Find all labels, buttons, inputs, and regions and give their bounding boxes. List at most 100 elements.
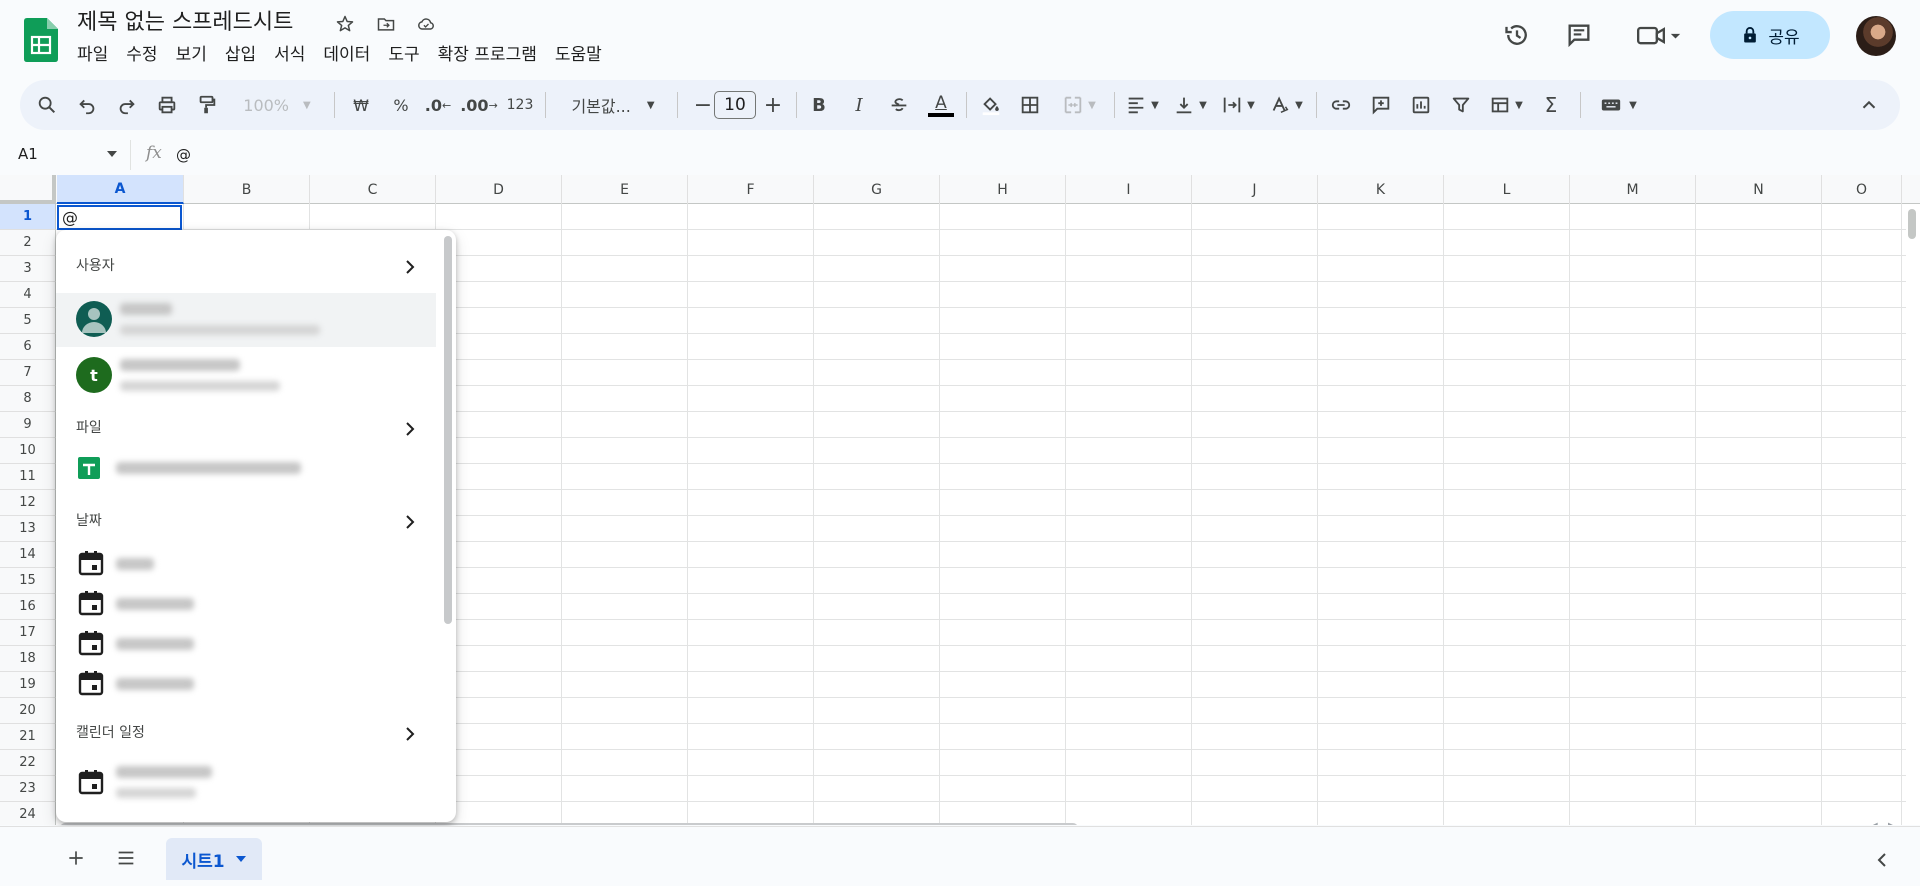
version-history-icon[interactable] [1500,18,1534,52]
person-suggestion[interactable] [56,293,436,347]
paint-format-icon[interactable] [192,80,222,130]
horizontal-scrollbar-thumb[interactable] [60,823,1078,825]
comments-icon[interactable] [1562,18,1596,52]
text-color-button[interactable]: A [924,80,958,130]
row-header-11[interactable]: 11 [0,464,56,490]
merge-cells-icon[interactable]: ▼ [1054,80,1104,130]
meet-dropdown-icon[interactable] [1630,18,1686,52]
fill-color-icon[interactable] [974,80,1008,130]
column-header-e[interactable]: E [562,175,688,204]
text-wrapping-icon[interactable]: ▼ [1216,80,1260,130]
scroll-left-icon[interactable]: ◀ [1870,821,1878,825]
increase-decimal-button[interactable]: .00 → [460,80,498,130]
sheet-tab-active[interactable]: 시트1 [166,838,262,880]
row-header-1[interactable]: 1 [0,204,56,230]
vertical-scrollbar-thumb[interactable] [1908,209,1916,239]
input-tools-icon[interactable]: ▼ [1590,80,1646,130]
column-header-n[interactable]: N [1696,175,1822,204]
row-header-20[interactable]: 20 [0,698,56,724]
sheet-tab-caret-icon[interactable] [235,855,247,863]
insert-comment-icon[interactable] [1366,80,1396,130]
bold-button[interactable]: B [804,80,834,130]
row-header-6[interactable]: 6 [0,334,56,360]
menu-help[interactable]: 도움말 [555,43,602,67]
table-view-icon[interactable]: ▼ [1484,80,1528,130]
column-header-d[interactable]: D [436,175,562,204]
column-header-h[interactable]: H [940,175,1066,204]
column-header-l[interactable]: L [1444,175,1570,204]
horizontal-align-icon[interactable]: ▼ [1120,80,1164,130]
text-rotation-icon[interactable]: ▼ [1264,80,1308,130]
menu-insert[interactable]: 삽입 [225,43,256,67]
active-cell-a1[interactable]: @ [57,205,182,230]
calendar-chevron-right-icon[interactable] [401,725,419,743]
row-header-9[interactable]: 9 [0,412,56,438]
name-box-caret-icon[interactable] [106,150,118,158]
column-header-g[interactable]: G [814,175,940,204]
menu-view[interactable]: 보기 [176,43,207,67]
italic-button[interactable]: I [844,80,874,130]
menu-data[interactable]: 데이터 [323,43,370,67]
currency-format-button[interactable]: ₩ [346,80,376,130]
row-header-16[interactable]: 16 [0,594,56,620]
menu-tools[interactable]: 도구 [388,43,419,67]
menu-edit[interactable]: 수정 [126,43,157,67]
row-header-3[interactable]: 3 [0,256,56,282]
insert-chart-icon[interactable] [1406,80,1436,130]
row-header-4[interactable]: 4 [0,282,56,308]
people-chevron-right-icon[interactable] [401,258,419,276]
functions-button[interactable]: Σ [1536,80,1566,130]
row-header-12[interactable]: 12 [0,490,56,516]
row-header-13[interactable]: 13 [0,516,56,542]
all-sheets-icon[interactable] [114,846,138,870]
column-header-k[interactable]: K [1318,175,1444,204]
font-size-input[interactable]: 10 [714,91,756,119]
dates-chevron-right-icon[interactable] [401,513,419,531]
share-button[interactable]: 공유 [1710,11,1830,59]
row-header-14[interactable]: 14 [0,542,56,568]
row-header-8[interactable]: 8 [0,386,56,412]
star-icon[interactable] [333,12,357,36]
row-header-21[interactable]: 21 [0,724,56,750]
print-icon[interactable] [152,80,182,130]
menu-format[interactable]: 서식 [274,43,305,67]
row-header-15[interactable]: 15 [0,568,56,594]
calendar-event-suggestion[interactable] [56,756,436,816]
select-all-corner[interactable] [0,175,56,204]
date-suggestion[interactable] [56,664,436,702]
column-header-m[interactable]: M [1570,175,1696,204]
row-header-23[interactable]: 23 [0,776,56,802]
insert-link-icon[interactable] [1326,80,1356,130]
column-header-o[interactable]: O [1822,175,1902,204]
font-select[interactable]: 기본값... ▼ [558,80,668,130]
move-folder-icon[interactable] [374,12,398,36]
row-header-22[interactable]: 22 [0,750,56,776]
explore-collapse-icon[interactable] [1874,852,1890,868]
column-header-j[interactable]: J [1192,175,1318,204]
column-header-i[interactable]: I [1066,175,1192,204]
menu-file[interactable]: 파일 [77,43,108,67]
filter-icon[interactable] [1446,80,1476,130]
collapse-toolbar-icon[interactable] [1854,80,1884,130]
row-header-17[interactable]: 17 [0,620,56,646]
borders-icon[interactable] [1014,80,1046,130]
zoom-select[interactable]: 100% ▼ [242,80,312,130]
column-header-f[interactable]: F [688,175,814,204]
files-chevron-right-icon[interactable] [401,420,419,438]
row-header-10[interactable]: 10 [0,438,56,464]
person-suggestion[interactable]: t [56,348,436,402]
search-menus-icon[interactable] [32,80,62,130]
mention-menu-scrollbar[interactable] [444,236,452,624]
row-header-24[interactable]: 24 [0,802,56,825]
more-formats-button[interactable]: 123 [502,80,538,130]
document-title[interactable]: 제목 없는 스프레드시트 [77,8,293,38]
cloud-saved-icon[interactable] [414,12,438,36]
formula-input[interactable]: @ [176,146,191,164]
row-header-18[interactable]: 18 [0,646,56,672]
redo-icon[interactable] [112,80,142,130]
account-avatar[interactable] [1856,16,1896,56]
menu-extensions[interactable]: 확장 프로그램 [438,43,537,67]
undo-icon[interactable] [72,80,102,130]
add-sheet-icon[interactable] [64,846,88,870]
scroll-right-icon[interactable]: ▶ [1888,821,1896,825]
